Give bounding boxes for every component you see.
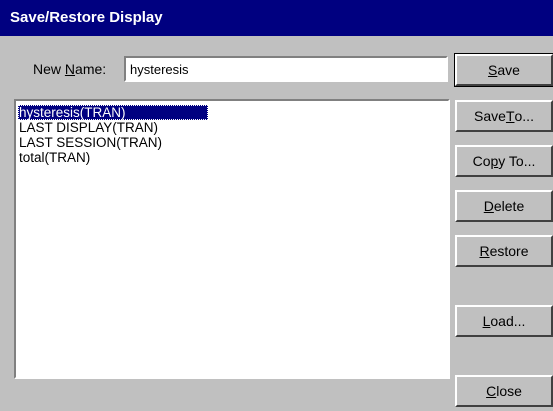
close-button-mnemonic: C (486, 383, 497, 399)
copy-to-button[interactable]: Co p y To... (455, 145, 553, 177)
save-to-button-label-pre: Save (474, 108, 506, 124)
load-button[interactable]: Load... (455, 305, 553, 337)
window-title: Save/Restore Display (10, 9, 163, 26)
new-name-label-suffix: ame: (75, 61, 107, 77)
list-item-label[interactable]: hysteresis(TRAN) (18, 105, 208, 120)
new-name-label: New Name: (33, 61, 106, 77)
load-button-mnemonic: L (482, 313, 491, 329)
new-name-label-mnemonic: N (64, 61, 76, 77)
load-button-label-post: oad... (490, 313, 526, 329)
list-item[interactable]: LAST DISPLAY(TRAN) (18, 120, 446, 135)
save-button-mnemonic: S (488, 62, 498, 78)
new-name-label-prefix: New (33, 61, 65, 77)
new-name-input[interactable] (124, 56, 448, 82)
save-to-button-mnemonic: T (505, 108, 515, 124)
saved-displays-list[interactable]: hysteresis(TRAN) LAST DISPLAY(TRAN) LAST… (14, 99, 450, 379)
close-button-label-post: lose (496, 383, 522, 399)
copy-to-button-label-pre: Co (472, 153, 491, 169)
close-button[interactable]: Close (455, 375, 553, 407)
copy-to-button-label-post: y To... (498, 153, 536, 169)
save-to-button[interactable]: Save To... (455, 100, 553, 132)
delete-button-label-post: elete (493, 198, 525, 214)
list-item[interactable]: total(TRAN) (18, 150, 446, 165)
list-item[interactable]: LAST SESSION(TRAN) (18, 135, 446, 150)
copy-to-button-mnemonic: p (490, 153, 499, 169)
delete-button[interactable]: Delete (455, 190, 553, 222)
list-item[interactable]: hysteresis(TRAN) (18, 104, 446, 120)
save-button[interactable]: Save (454, 53, 553, 87)
save-button-label-post: ave (497, 62, 520, 78)
title-bar[interactable]: Save/Restore Display (0, 0, 553, 36)
restore-button-label-post: estore (489, 243, 529, 259)
delete-button-mnemonic: D (483, 198, 494, 214)
restore-button-mnemonic: R (479, 243, 490, 259)
restore-button[interactable]: Restore (455, 235, 553, 267)
save-to-button-label-post: o... (514, 108, 534, 124)
